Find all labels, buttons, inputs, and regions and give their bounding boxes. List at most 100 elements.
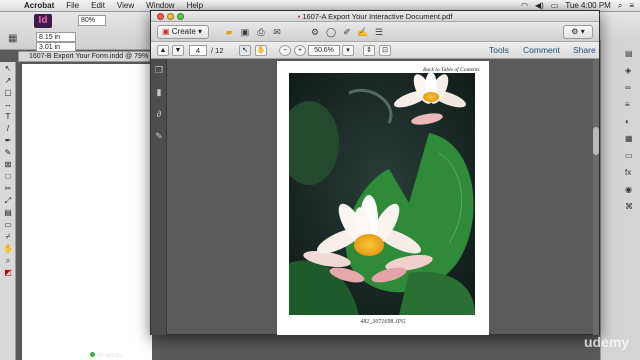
pencil-tool-icon[interactable]: ✎ xyxy=(2,148,14,158)
save-icon[interactable]: ▣ xyxy=(239,26,251,38)
reference-point-icon[interactable]: ▦ xyxy=(8,33,24,49)
scrolling-mode-button[interactable]: ⇕ xyxy=(363,45,375,56)
rect-tool-icon[interactable]: □ xyxy=(2,172,14,182)
fill-stroke-icon[interactable]: ◩ xyxy=(2,268,14,278)
plus-icon: + xyxy=(297,47,303,54)
type-tool-icon[interactable]: T xyxy=(2,112,14,122)
list-icon[interactable]: ≡ xyxy=(629,1,634,10)
page-total: / 12 xyxy=(211,46,224,55)
page-thumbnails-icon[interactable]: ❐ xyxy=(154,65,164,75)
preflight-ok-icon xyxy=(90,352,95,357)
gap-tool-icon[interactable]: ↔ xyxy=(2,100,14,110)
wifi-icon[interactable]: ◠ xyxy=(521,1,528,10)
menu-edit[interactable]: Edit xyxy=(85,1,111,10)
fit-page-icon: ⊡ xyxy=(382,47,388,54)
links-panel-icon[interactable]: ∞ xyxy=(625,83,635,92)
arrow-down-icon: ▼ xyxy=(174,47,182,54)
volume-icon[interactable]: ◀) xyxy=(535,1,544,10)
attachments-icon[interactable]: ∂ xyxy=(154,109,164,119)
minus-icon: − xyxy=(282,47,288,54)
indesign-zoom-field[interactable]: 80% xyxy=(78,15,106,26)
share-pane-button[interactable]: Share xyxy=(573,44,596,57)
indesign-panels: ▤ ◈ ∞ ≡ ◐ ▦ ▭ fx ◉ ⌘ xyxy=(600,40,640,360)
menu-acrobat[interactable]: Acrobat xyxy=(18,1,60,10)
selection-tool-icon[interactable]: ↖ xyxy=(2,64,14,74)
tools-pane-button[interactable]: Tools xyxy=(489,44,509,57)
menu-file[interactable]: File xyxy=(60,1,85,10)
settings-gear-icon[interactable]: ⚙ xyxy=(309,26,321,38)
window-title: 1607-A Export Your Interactive Document.… xyxy=(302,12,453,21)
next-page-button[interactable]: ▼ xyxy=(172,45,184,56)
page-number-input[interactable]: 4 xyxy=(189,45,207,56)
cursor-icon: ↖ xyxy=(242,47,248,54)
zoom-tool-icon[interactable]: ⌕ xyxy=(2,256,14,266)
vertical-scrollbar[interactable] xyxy=(593,59,599,335)
indesign-tools-panel: ↖ ↗ ▢ ↔ T / ✒ ✎ ⊠ □ ✂ ⤢ ▤ ▭ ⌿ ✋ ⌕ ◩ xyxy=(0,62,16,360)
transform-tool-icon[interactable]: ⤢ xyxy=(2,196,14,206)
fit-page-button[interactable]: ⊡ xyxy=(379,45,391,56)
acrobat-title-bar[interactable]: ▪ 1607-A Export Your Interactive Documen… xyxy=(151,11,599,22)
previous-page-button[interactable]: ▲ xyxy=(157,45,169,56)
gradient-tool-icon[interactable]: ▤ xyxy=(2,208,14,218)
create-icon: ▣ xyxy=(162,27,172,36)
select-tool-button[interactable]: ↖ xyxy=(239,45,251,56)
acrobat-main-toolbar: ▣ Create ▾ ▰ ▣ ⎙ ✉ ⚙ ◯ ✐ ✍ ☰ ⚙ ▾ xyxy=(151,22,599,42)
zoom-window-icon[interactable] xyxy=(177,13,184,20)
customize-button[interactable]: ⚙ ▾ xyxy=(563,25,593,39)
photo-caption: 482_3071698.JPG xyxy=(360,319,406,325)
buttons-panel-icon[interactable]: ◉ xyxy=(625,185,635,194)
email-icon[interactable]: ✉ xyxy=(271,26,283,38)
color-panel-icon[interactable]: ◐ xyxy=(625,117,635,126)
menu-view[interactable]: View xyxy=(111,1,140,10)
hyperlinks-panel-icon[interactable]: ⌘ xyxy=(625,202,635,211)
indesign-document-tab[interactable]: 1607-B Export Your Form.indd @ 79% xyxy=(18,51,158,62)
rect-frame-tool-icon[interactable]: ⊠ xyxy=(2,160,14,170)
gradient-panel-icon[interactable]: ▭ xyxy=(625,151,635,160)
note-tool-icon[interactable]: ▭ xyxy=(2,220,14,230)
pages-panel-icon[interactable]: ▤ xyxy=(625,49,635,58)
close-window-icon[interactable] xyxy=(157,13,164,20)
comment-bubble-icon[interactable]: ◯ xyxy=(325,26,337,38)
chevron-down-icon: ▾ xyxy=(580,27,585,36)
battery-icon[interactable]: ▭ xyxy=(551,1,559,10)
udemy-watermark: udemy xyxy=(584,334,630,350)
zoom-dropdown[interactable]: ▾ xyxy=(342,45,354,56)
effects-panel-icon[interactable]: fx xyxy=(625,168,635,177)
page-tool-icon[interactable]: ▢ xyxy=(2,88,14,98)
eyedropper-tool-icon[interactable]: ⌿ xyxy=(2,232,14,242)
zoom-in-button[interactable]: + xyxy=(294,45,306,56)
menu-help[interactable]: Help xyxy=(181,1,209,10)
pen-tool-icon[interactable]: ✒ xyxy=(2,136,14,146)
comment-pane-button[interactable]: Comment xyxy=(523,44,560,57)
indesign-x-field[interactable]: 8.15 in xyxy=(36,32,76,42)
indesign-logo: Id xyxy=(34,14,52,28)
highlight-icon[interactable]: ✐ xyxy=(341,26,353,38)
create-button[interactable]: ▣ Create ▾ xyxy=(157,25,209,39)
layers-panel-icon[interactable]: ◈ xyxy=(625,66,635,75)
hand-tool-button[interactable]: ✋ xyxy=(255,45,267,56)
minimize-window-icon[interactable] xyxy=(167,13,174,20)
hand-tool-icon[interactable]: ✋ xyxy=(2,244,14,254)
scrollbar-thumb[interactable] xyxy=(593,127,599,155)
zoom-out-button[interactable]: − xyxy=(279,45,291,56)
water-lily-photo xyxy=(289,73,475,315)
stroke-panel-icon[interactable]: ≡ xyxy=(625,100,635,109)
search-icon[interactable]: ⌕ xyxy=(618,1,622,11)
open-folder-icon[interactable]: ▰ xyxy=(223,26,235,38)
direct-selection-tool-icon[interactable]: ↗ xyxy=(2,76,14,86)
zoom-level-field[interactable]: 50.6% xyxy=(308,45,340,56)
preflight-status[interactable]: No errors xyxy=(90,352,160,360)
navigation-pane: ❐ ▮ ∂ ✎ xyxy=(151,59,167,335)
line-tool-icon[interactable]: / xyxy=(2,124,14,134)
arrow-up-icon: ▲ xyxy=(159,47,167,54)
clock[interactable]: Tue 4:00 PM xyxy=(565,1,611,10)
scissors-tool-icon[interactable]: ✂ xyxy=(2,184,14,194)
form-icon[interactable]: ☰ xyxy=(373,26,385,38)
hand-icon: ✋ xyxy=(256,47,266,54)
signatures-icon[interactable]: ✎ xyxy=(154,131,164,141)
swatches-panel-icon[interactable]: ▦ xyxy=(625,134,635,143)
print-icon[interactable]: ⎙ xyxy=(255,26,267,38)
menu-window[interactable]: Window xyxy=(140,1,180,10)
sign-icon[interactable]: ✍ xyxy=(357,26,369,38)
bookmarks-icon[interactable]: ▮ xyxy=(154,87,164,97)
